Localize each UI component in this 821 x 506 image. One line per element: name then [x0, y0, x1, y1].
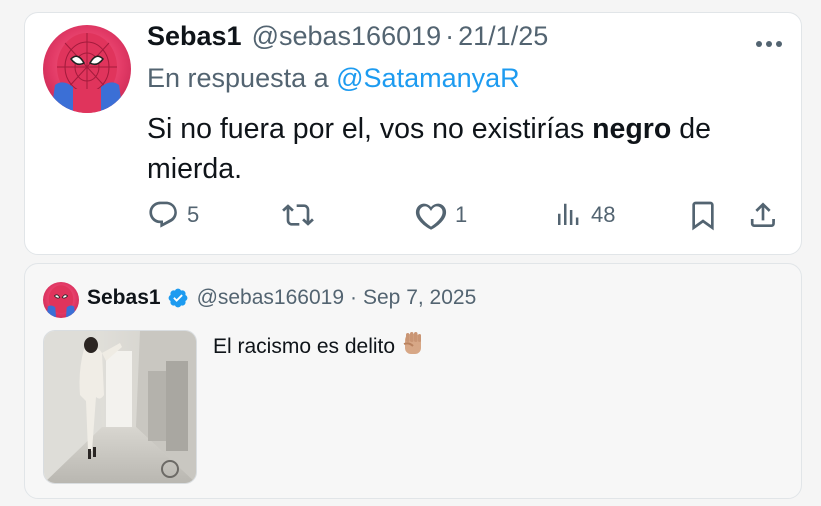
retweet-icon — [282, 204, 314, 226]
author-handle[interactable]: @sebas166019 — [252, 21, 442, 52]
tweet-text-bold: negro — [592, 113, 672, 145]
share-button[interactable] — [747, 199, 779, 231]
action-bar: 5 1 48 — [25, 199, 801, 235]
quote-text-content: El racismo es delito — [213, 335, 396, 358]
heart-icon — [415, 203, 447, 230]
author-name[interactable]: Sebas1 — [147, 21, 242, 52]
tweet-date[interactable]: 21/1/25 — [458, 21, 548, 52]
quote-date[interactable]: Sep 7, 2025 — [363, 286, 476, 310]
tweet-text: Si no fuera por el, vos no existirías ne… — [147, 109, 767, 189]
more-options-icon[interactable] — [755, 35, 783, 53]
spiderman-avatar-icon — [51, 33, 123, 113]
reply-icon — [149, 201, 177, 228]
tweet-header: Sebas1 @sebas166019 · 21/1/25 — [147, 21, 548, 52]
reply-button[interactable]: 5 — [147, 199, 199, 231]
quote-author-handle[interactable]: @sebas166019 — [197, 286, 344, 310]
like-button[interactable]: 1 — [415, 199, 467, 231]
quote-avatar[interactable] — [43, 282, 79, 318]
separator-dot: · — [350, 286, 357, 309]
quoted-tweet-card[interactable]: Sebas1 @sebas166019 · Sep 7, 2025 El rac… — [24, 263, 802, 499]
bookmark-button[interactable] — [687, 199, 719, 231]
reply-prefix: En respuesta a — [147, 63, 329, 93]
views-button[interactable]: 48 — [553, 199, 615, 231]
reply-mention-link[interactable]: @SatamanyaR — [336, 63, 520, 93]
tweet-card[interactable]: Sebas1 @sebas166019 · 21/1/25 En respues… — [24, 12, 802, 255]
quote-media-thumbnail[interactable] — [43, 330, 197, 484]
bookmark-icon — [692, 201, 714, 231]
quote-header: Sebas1 @sebas166019 · Sep 7, 2025 — [87, 286, 476, 310]
tweet-text-before: Si no fuera por el, vos no existirías — [147, 113, 585, 145]
separator-dot: · — [445, 21, 455, 51]
reply-count: 5 — [187, 202, 200, 227]
hallway-video-thumbnail — [44, 331, 196, 483]
views-count: 48 — [591, 202, 616, 227]
reply-context: En respuesta a @SatamanyaR — [147, 63, 520, 94]
views-chart-icon — [558, 203, 579, 225]
spiderman-avatar-icon — [46, 285, 76, 318]
verified-badge-icon — [167, 287, 189, 309]
share-icon — [750, 202, 775, 227]
retweet-button[interactable] — [281, 199, 323, 231]
quote-text: El racismo es delito — [213, 330, 427, 364]
raised-fist-emoji-icon — [399, 330, 427, 364]
quote-author-name[interactable]: Sebas1 — [87, 286, 161, 310]
like-count: 1 — [455, 202, 468, 227]
avatar[interactable] — [43, 25, 131, 113]
